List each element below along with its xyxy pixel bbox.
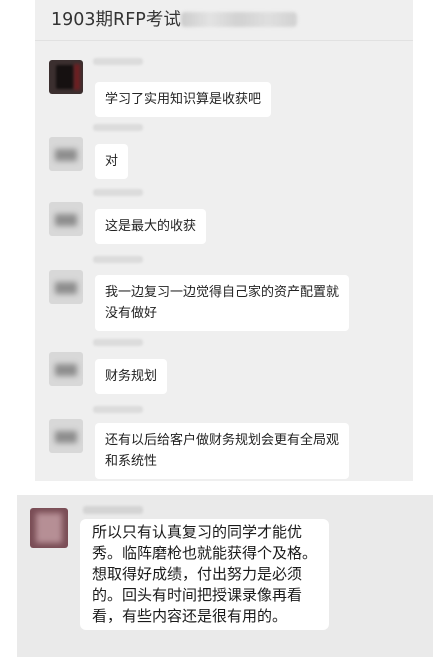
chat-title: 1903期RFP考试: [51, 10, 181, 30]
screenshot: 1903期RFP考试 学习了实用知识算是收获吧 对 这是最大的收获 我一边复习一…: [0, 0, 433, 657]
message-bubble: 对: [95, 144, 129, 179]
sender-name: [93, 124, 143, 131]
avatar[interactable]: [49, 202, 83, 236]
title-divider: [35, 40, 413, 41]
message-bubble: 这是最大的收获: [95, 209, 207, 244]
avatar[interactable]: [49, 352, 83, 386]
avatar[interactable]: [30, 508, 68, 548]
sender-name: [93, 256, 143, 263]
avatar[interactable]: [49, 137, 83, 171]
sender-name: [83, 506, 143, 514]
group-chat-panel: 1903期RFP考试 学习了实用知识算是收获吧 对 这是最大的收获 我一边复习一…: [35, 0, 413, 481]
reply-chat-panel: 所以只有认真复习的同学才能优 秀。临阵磨枪也就能获得个及格。 想取得好成绩，付出…: [17, 495, 433, 657]
sender-name: [93, 189, 143, 196]
avatar[interactable]: [49, 419, 83, 453]
sender-name: [93, 339, 143, 346]
message-bubble: 我一边复习一边觉得自己家的资产配置就 没有做好: [95, 275, 350, 331]
message-bubble: 财务规划: [95, 359, 168, 394]
message-bubble: 还有以后给客户做财务规划会更有全局观 和系统性: [95, 423, 350, 479]
message-bubble: 学习了实用知识算是收获吧: [95, 82, 272, 117]
blurred-title-suffix: [181, 12, 297, 27]
sender-name: [93, 406, 143, 413]
sender-name: [93, 58, 143, 65]
avatar[interactable]: [49, 60, 83, 94]
message-bubble: 所以只有认真复习的同学才能优 秀。临阵磨枪也就能获得个及格。 想取得好成绩，付出…: [80, 519, 330, 630]
avatar[interactable]: [49, 270, 83, 304]
